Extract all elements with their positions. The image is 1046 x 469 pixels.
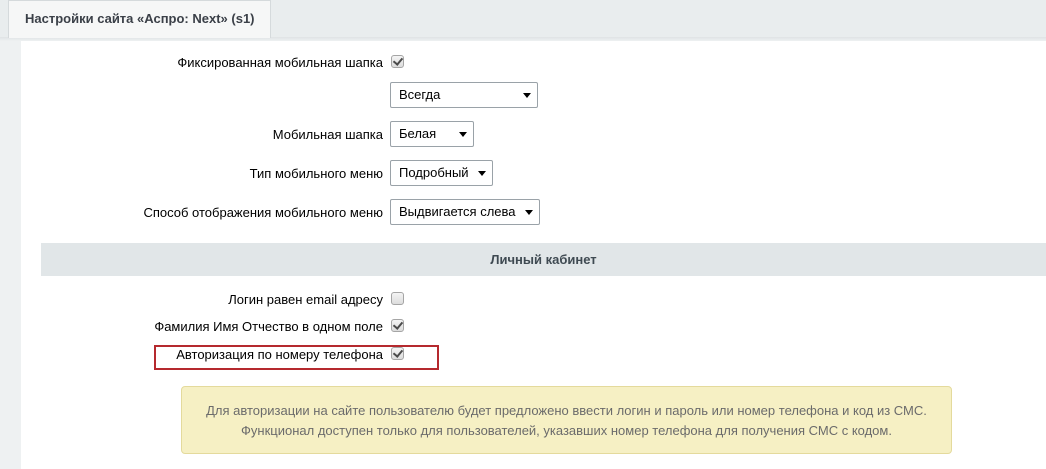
mobile-header-value: Белая bbox=[399, 126, 437, 141]
mobile-menu-display-label: Способ отображения мобильного меню bbox=[143, 205, 383, 220]
checkmark-icon bbox=[392, 319, 404, 330]
login-email-row: Логин равен email адресу bbox=[21, 286, 1046, 314]
dropdown-arrow-icon bbox=[523, 93, 531, 98]
mobile-menu-type-select[interactable]: Подробный bbox=[390, 160, 493, 186]
mobile-header-label: Мобильная шапка bbox=[272, 127, 383, 142]
fio-label: Фамилия Имя Отчество в одном поле bbox=[154, 319, 383, 334]
settings-panel: Фиксированная мобильная шапка Всегда Моб… bbox=[21, 41, 1046, 469]
dropdown-arrow-icon bbox=[459, 132, 467, 137]
fixed-mobile-header-mode-row: Всегда bbox=[21, 82, 1046, 110]
fixed-mobile-header-mode-select[interactable]: Всегда bbox=[390, 82, 538, 108]
mobile-menu-type-label: Тип мобильного меню bbox=[249, 166, 383, 181]
mobile-menu-display-row: Способ отображения мобильного меню Выдви… bbox=[21, 199, 1046, 227]
login-email-label: Логин равен email адресу bbox=[228, 292, 383, 307]
note-line-2: Функционал доступен только для пользоват… bbox=[241, 423, 892, 438]
tab-site-settings[interactable]: Настройки сайта «Аспро: Next» (s1) bbox=[8, 0, 271, 38]
section-header-account: Личный кабинет bbox=[41, 243, 1046, 276]
phone-auth-note: Для авторизации на сайте пользователю бу… bbox=[181, 386, 952, 454]
mobile-menu-display-select[interactable]: Выдвигается слева bbox=[390, 199, 540, 225]
mobile-menu-type-value: Подробный bbox=[399, 165, 469, 180]
dropdown-arrow-icon bbox=[525, 210, 533, 215]
highlight-frame bbox=[154, 345, 439, 370]
note-line-1: Для авторизации на сайте пользователю бу… bbox=[206, 403, 927, 418]
fio-checkbox[interactable] bbox=[391, 319, 404, 332]
mobile-menu-type-row: Тип мобильного меню Подробный bbox=[21, 160, 1046, 188]
mobile-menu-display-value: Выдвигается слева bbox=[399, 204, 516, 219]
tab-bar: Настройки сайта «Аспро: Next» (s1) bbox=[0, 0, 1046, 38]
fixed-mobile-header-mode-value: Всегда bbox=[399, 87, 441, 102]
dropdown-arrow-icon bbox=[478, 171, 486, 176]
fixed-mobile-header-checkbox[interactable] bbox=[391, 55, 404, 68]
fio-row: Фамилия Имя Отчество в одном поле bbox=[21, 313, 1046, 341]
login-email-checkbox[interactable] bbox=[391, 292, 404, 305]
mobile-header-row: Мобильная шапка Белая bbox=[21, 121, 1046, 149]
fixed-mobile-header-row: Фиксированная мобильная шапка bbox=[21, 49, 1046, 77]
checkmark-icon bbox=[392, 55, 404, 66]
fixed-mobile-header-label: Фиксированная мобильная шапка bbox=[177, 55, 383, 70]
mobile-header-select[interactable]: Белая bbox=[390, 121, 474, 147]
